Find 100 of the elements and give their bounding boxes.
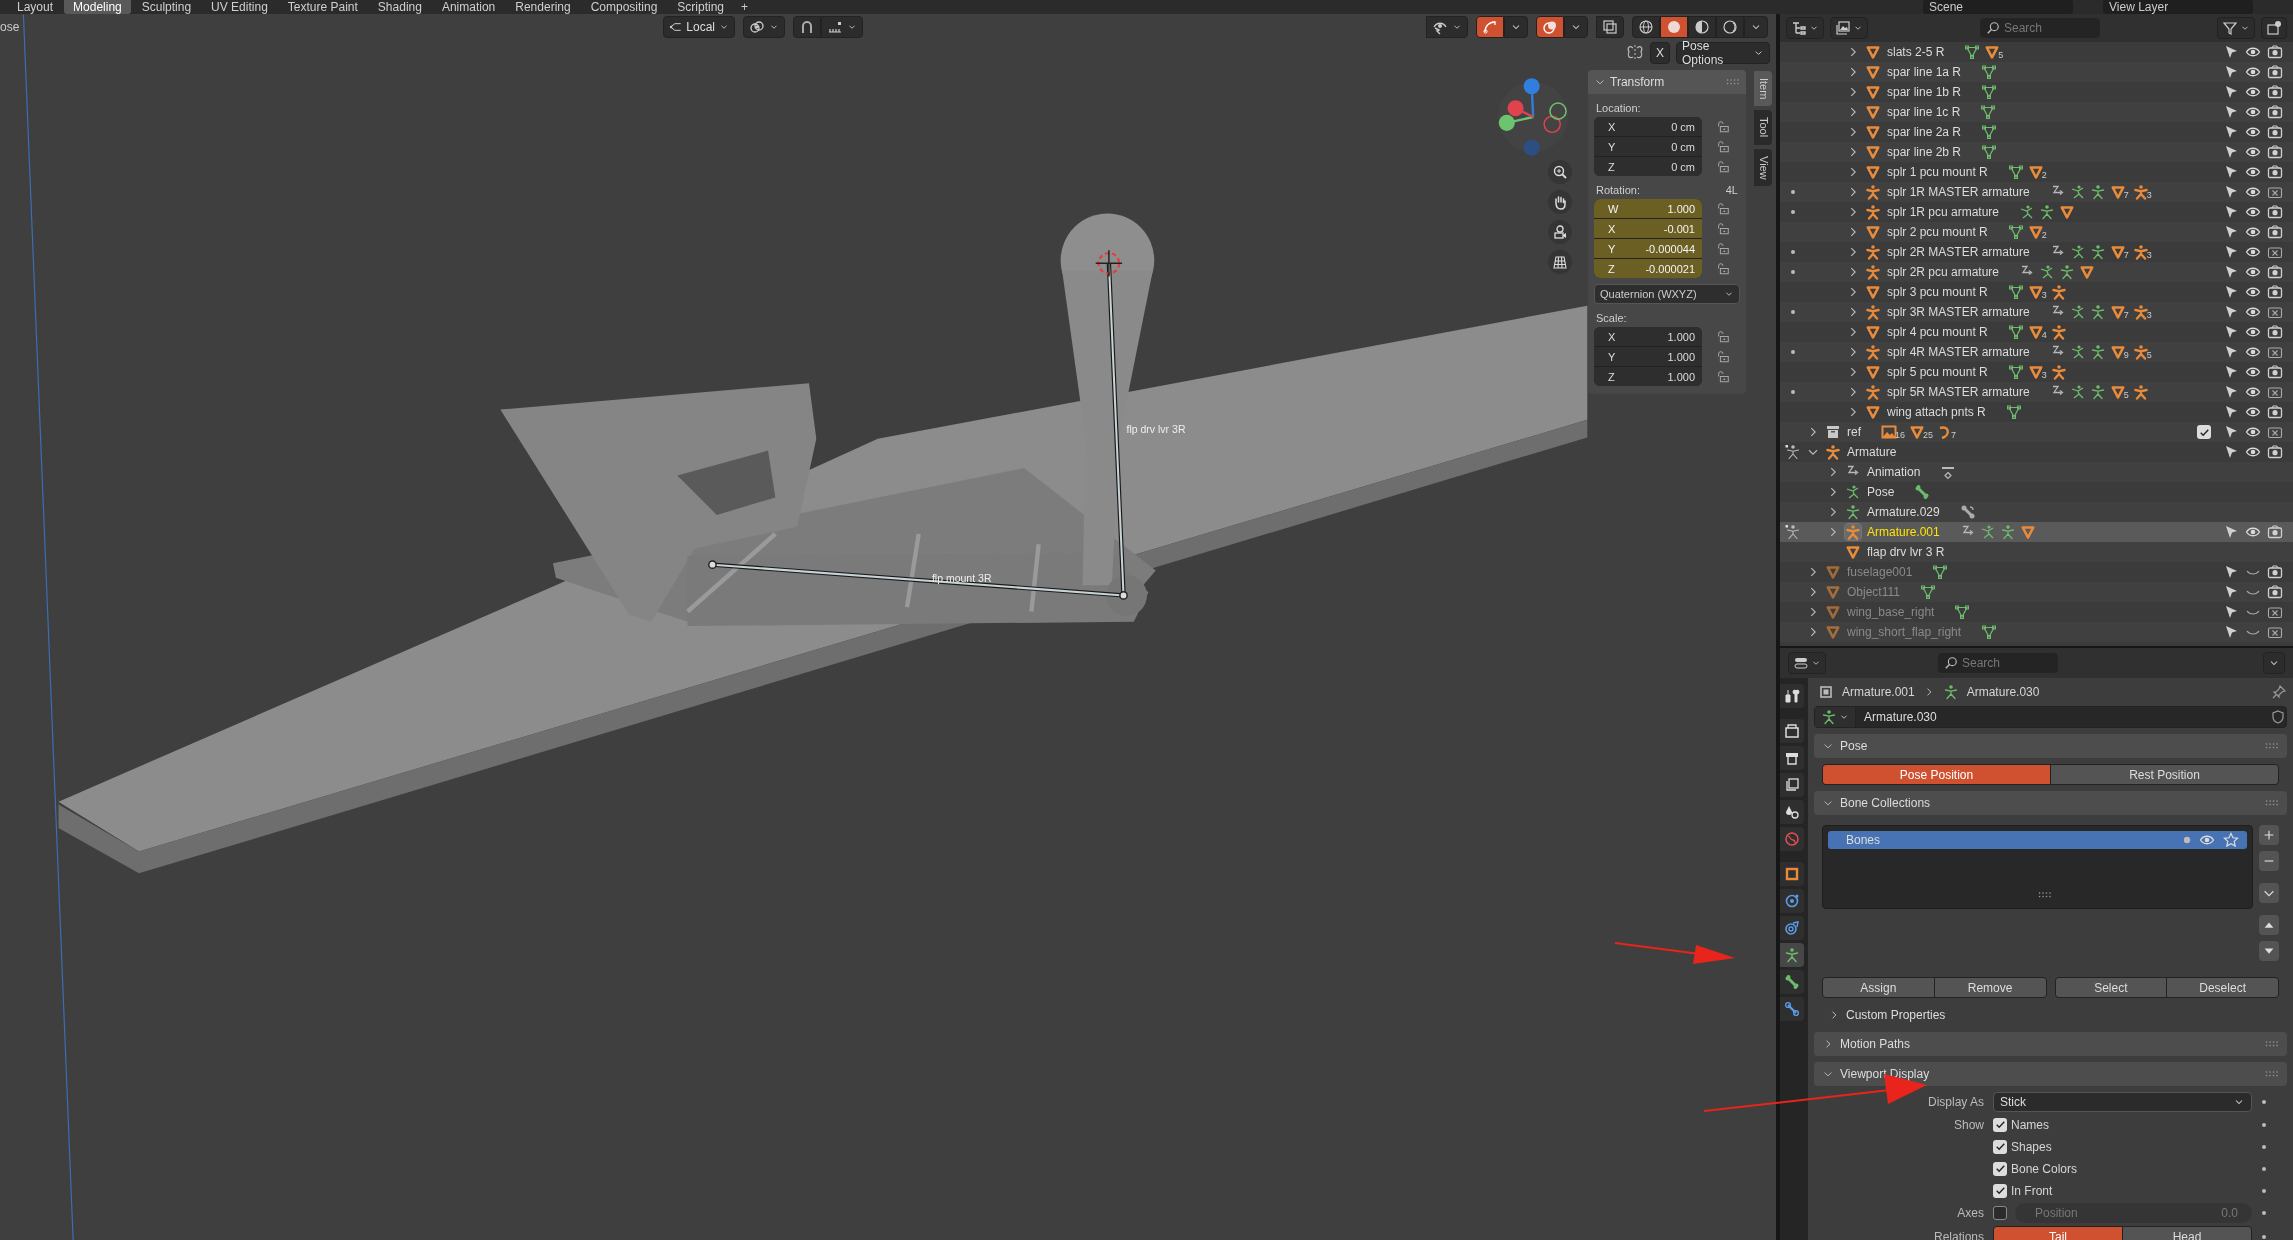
field-group-label: Rotation: — [1596, 184, 1641, 196]
panel-header[interactable]: Transform — [1588, 70, 1746, 94]
outliner-row[interactable]: Armature.029 — [1780, 502, 2293, 522]
count-label: 5 — [1998, 51, 2004, 60]
outliner-item-label: splr 5 pcu mount R — [1887, 365, 1988, 379]
outliner-item-label: splr 1R MASTER armature — [1887, 185, 2030, 199]
outliner-item-label: splr 3 pcu mount R — [1887, 285, 1988, 299]
sidebar-tab[interactable]: Item — [1754, 71, 1772, 107]
count-label: 25 — [1923, 431, 1934, 440]
breadcrumb-item: Armature.001 — [1842, 685, 1915, 699]
number-field[interactable]: Z 1.000 — [1594, 367, 1702, 386]
search-field[interactable]: Search — [1938, 653, 2058, 673]
count-label: 3 — [2041, 371, 2047, 380]
panel-header[interactable]: Bone Collections — [1814, 791, 2287, 815]
outliner-item-label: spar line 2b R — [1887, 145, 1962, 159]
count-label: 7 — [2123, 251, 2129, 260]
mode-menu-label[interactable]: ose — [0, 20, 20, 34]
display-as-dropdown[interactable]: Stick — [1993, 1092, 2252, 1112]
outliner-item-label: wing_short_flap_right — [1847, 625, 1962, 639]
count-label: 7 — [2123, 191, 2129, 200]
scene-selector[interactable]: Scene — [1923, 0, 2073, 14]
outliner-row[interactable]: flap drv lvr 3 R — [1780, 542, 2293, 562]
add-workspace-button[interactable]: + — [735, 0, 755, 14]
outliner-row[interactable]: splr 2R pcu armature — [1780, 262, 2293, 282]
outliner-item-label: wing attach pnts R — [1887, 405, 1986, 419]
count-label: 5 — [2123, 391, 2129, 400]
number-field[interactable]: W 1.000 — [1594, 199, 1702, 218]
outliner-item-label: splr 4 pcu mount R — [1887, 325, 1988, 339]
sidebar-tab[interactable]: View — [1754, 148, 1772, 187]
field-label: Show — [1952, 1117, 1984, 1132]
outliner-row[interactable]: Armature.001 — [1780, 522, 2293, 542]
outliner-item-label: Pose — [1867, 485, 1895, 499]
outliner-item-label: spar line 1c R — [1887, 105, 1961, 119]
number-field[interactable]: Z -0.000021 — [1594, 259, 1702, 278]
rotation-mode-dropdown[interactable]: Quaternion (WXYZ) — [1594, 284, 1740, 304]
orientation-dropdown[interactable]: Local — [663, 16, 735, 38]
count-label: 3 — [2146, 191, 2152, 200]
list-item-label: Bones — [1846, 833, 1881, 847]
outliner-item-label: spar line 2a R — [1887, 125, 1962, 139]
outliner-row[interactable]: splr 4R MASTER armature 9 5 — [1780, 342, 2293, 362]
action-button[interactable]: Deselect — [2167, 978, 2278, 997]
outliner-item-label: splr 3R MASTER armature — [1887, 305, 2030, 319]
outliner-item-label: wing_base_right — [1847, 605, 1935, 619]
subpanel-title: Custom Properties — [1846, 1008, 1946, 1022]
outliner-row[interactable]: spar line 2b R — [1780, 142, 2293, 162]
workspace-tab[interactable]: Modeling — [64, 0, 131, 14]
list-item[interactable]: Bones — [1828, 831, 2247, 849]
outliner-item-label: Object111 — [1847, 585, 1900, 599]
count-label: 9 — [2123, 351, 2129, 360]
count-label: 7 — [1951, 431, 1957, 440]
panel-header[interactable]: Pose — [1814, 734, 2287, 758]
panel-title: Pose — [1840, 739, 1868, 753]
action-button[interactable]: Assign — [1823, 978, 1934, 997]
action-button[interactable]: Select — [2055, 978, 2167, 997]
outliner-item-label: spar line 1a R — [1887, 65, 1962, 79]
count-label: 5 — [2146, 351, 2152, 360]
segment-button[interactable]: Pose Position — [1823, 765, 2050, 784]
number-field[interactable]: Y 0 cm — [1594, 137, 1702, 156]
number-field[interactable]: X -0.001 — [1594, 219, 1702, 238]
search-field[interactable]: Search — [1980, 18, 2100, 38]
scene-selector[interactable]: View Layer — [2103, 0, 2253, 14]
outliner-item-label: splr 5R MASTER armature — [1887, 385, 2030, 399]
field-label: Relations — [1932, 1229, 1984, 1240]
outliner-item-label: spar line 1b R — [1887, 85, 1962, 99]
outliner-row[interactable]: spar line 1a R — [1780, 62, 2293, 82]
outliner-row[interactable]: splr 2 pcu mount R 2 — [1780, 222, 2293, 242]
panel-title: Bone Collections — [1840, 796, 1931, 810]
number-field[interactable]: Z 0 cm — [1594, 157, 1702, 176]
outliner-item-label: Animation — [1867, 465, 1921, 479]
number-field[interactable]: X 1.000 — [1594, 327, 1702, 346]
outliner-row[interactable]: splr 5R MASTER armature 5 — [1780, 382, 2293, 402]
panel-title: Transform — [1610, 75, 1665, 89]
count-label: 2 — [2041, 231, 2047, 240]
checkbox-label: Bone Colors — [2011, 1161, 2078, 1176]
outliner-item-label: splr 2R pcu armature — [1887, 265, 2000, 279]
segment-button[interactable]: Tail — [1994, 1227, 2122, 1240]
x-mirror-button[interactable]: X — [1650, 42, 1670, 64]
field-group-label: Location: — [1596, 102, 1641, 114]
number-field[interactable]: Y -0.000044 — [1594, 239, 1702, 258]
panel-header[interactable]: Motion Paths — [1814, 1032, 2287, 1056]
lock-mode-label[interactable]: 4L — [1725, 184, 1738, 196]
outliner-item-label: splr 4R MASTER armature — [1887, 345, 2030, 359]
checkbox-label: Shapes — [2011, 1139, 2052, 1154]
sidebar-tab[interactable]: Tool — [1754, 110, 1772, 145]
subpanel-header[interactable]: Custom Properties — [1814, 1004, 2287, 1026]
outliner-row[interactable]: splr 3R MASTER armature 7 3 — [1780, 302, 2293, 322]
outliner-row[interactable]: splr 1R MASTER armature 7 3 — [1780, 182, 2293, 202]
number-field[interactable]: Y 1.000 — [1594, 347, 1702, 366]
outliner-row[interactable]: Animation — [1780, 462, 2293, 482]
segment-button[interactable]: Head — [2123, 1227, 2251, 1240]
outliner-row[interactable]: spar line 1c R — [1780, 102, 2293, 122]
action-button[interactable]: Remove — [1934, 978, 2046, 997]
bone-label: flp mount 3R — [931, 572, 992, 585]
bone-label: flp drv lvr 3R — [1126, 423, 1186, 435]
count-label: 2 — [2041, 171, 2047, 180]
outliner-item-label: Armature — [1847, 445, 1897, 459]
count-label: 7 — [2123, 311, 2129, 320]
segment-button[interactable]: Rest Position — [2051, 765, 2278, 784]
number-field[interactable]: X 0 cm — [1594, 117, 1702, 136]
outliner-item-label: flap drv lvr 3 R — [1867, 545, 1945, 559]
